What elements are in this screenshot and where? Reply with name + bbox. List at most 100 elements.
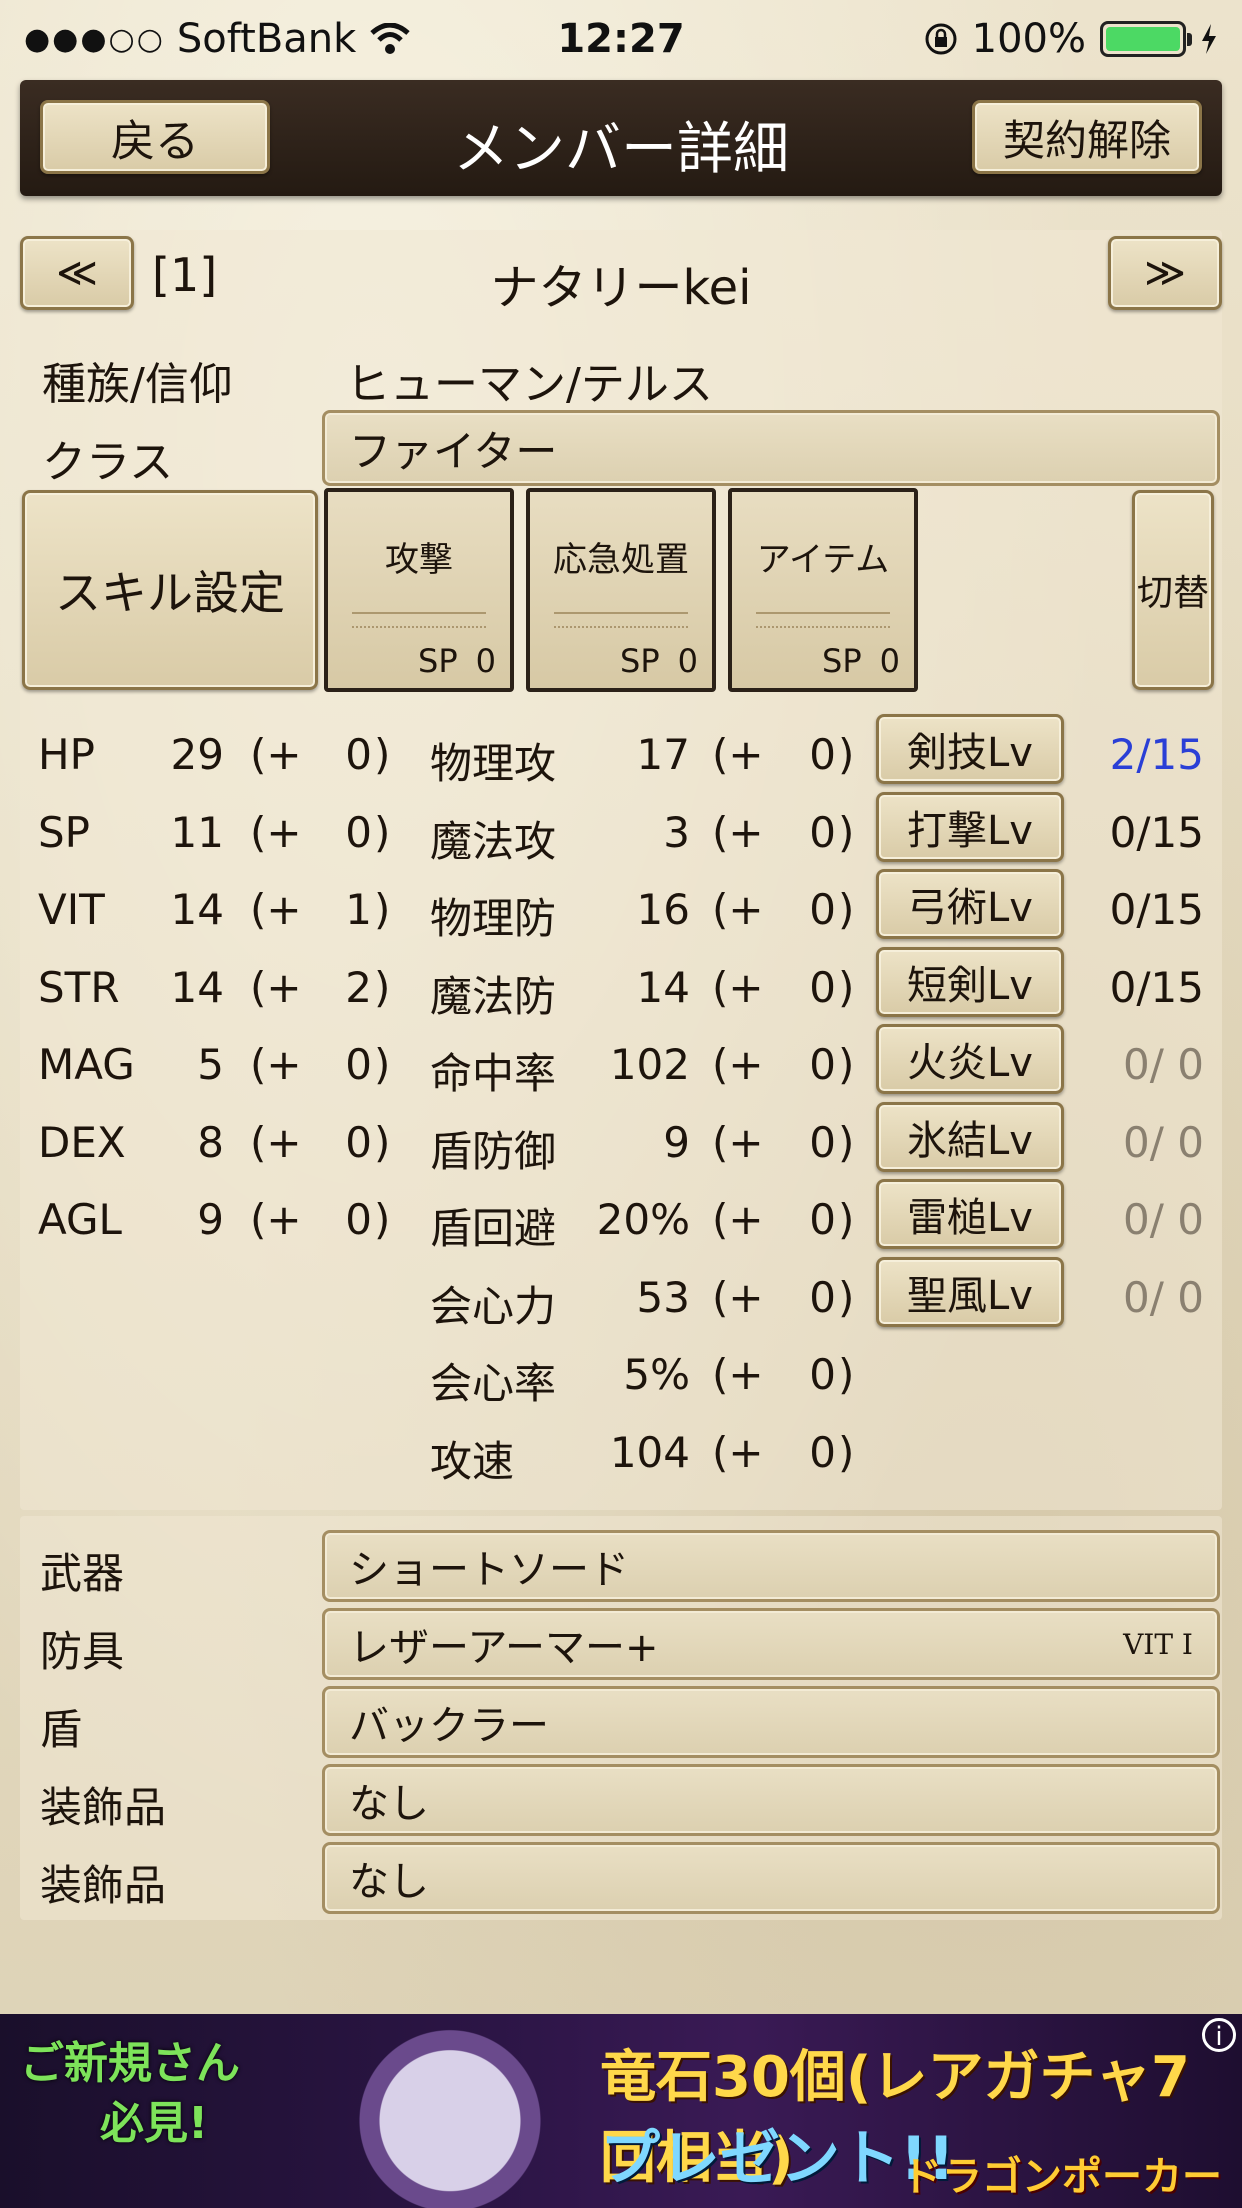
stat-value: 5% — [623, 1350, 690, 1399]
skill-level-value: 0/15 — [1109, 962, 1204, 1012]
stat-bonus-close: ) — [838, 1427, 855, 1477]
skill-level-value: 0/ 0 — [1123, 1040, 1204, 1089]
stat-bonus-open: (+ — [712, 1272, 764, 1322]
stat-bonus-close: ) — [838, 1272, 855, 1322]
dismiss-contract-button[interactable]: 契約解除 — [972, 100, 1202, 174]
stat-bonus-close: ) — [838, 1350, 855, 1399]
equipment-field[interactable]: なし — [322, 1764, 1220, 1836]
stat-bonus: 0 — [809, 807, 836, 857]
switch-button[interactable]: 切替 — [1132, 490, 1214, 690]
stat-bonus-open: (+ — [712, 730, 764, 779]
stat-name: AGL — [38, 1195, 122, 1244]
charging-icon — [1202, 24, 1216, 54]
stat-bonus-close: ) — [838, 1040, 855, 1089]
ornament-divider — [756, 612, 890, 628]
stat-bonus-close: ) — [374, 962, 391, 1012]
stat-bonus: 0 — [809, 730, 836, 779]
skill-level-button[interactable]: 短剣Lv — [876, 946, 1064, 1017]
stat-bonus-close: ) — [374, 1040, 391, 1089]
stat-name: 物理攻 — [430, 739, 557, 788]
class-field[interactable]: ファイター — [322, 410, 1220, 486]
equipment-field[interactable]: ショートソード — [322, 1530, 1220, 1602]
stat-value: 53 — [636, 1272, 690, 1322]
skill-slot-2[interactable]: 応急処置 SP 0 — [526, 488, 716, 692]
skill-slot-3[interactable]: アイテム SP 0 — [728, 488, 918, 692]
skill-level-button[interactable]: 雷槌Lv — [876, 1179, 1064, 1249]
stat-bonus-open: (+ — [712, 807, 764, 857]
stat-bonus-close: ) — [838, 730, 855, 779]
stat-bonus: 0 — [809, 1427, 836, 1477]
stat-value: 9 — [197, 1195, 224, 1244]
stat-name: MAG — [38, 1040, 135, 1089]
skill-level-button[interactable]: 聖風Lv — [876, 1256, 1064, 1327]
ad-left-line1: ご新規さん — [20, 2038, 240, 2089]
stat-bonus-open: (+ — [712, 1117, 764, 1167]
stat-bonus: 0 — [809, 1272, 836, 1322]
stat-bonus: 0 — [345, 1117, 372, 1167]
member-name: ナタリーkei — [490, 260, 752, 316]
equipment-note: VIT I — [1123, 1627, 1193, 1661]
skill-level-value: 2/15 — [1109, 730, 1204, 779]
skill-level-value: 0/15 — [1109, 807, 1204, 857]
race-label: 種族/信仰 — [42, 359, 233, 410]
stat-bonus-open: (+ — [250, 807, 302, 857]
stat-value: 8 — [197, 1117, 224, 1167]
stat-bonus: 0 — [345, 730, 372, 779]
stat-bonus: 0 — [809, 1195, 836, 1244]
stat-bonus-open: (+ — [712, 885, 764, 934]
skill-level-button[interactable]: 火炎Lv — [876, 1024, 1064, 1094]
stat-bonus-close: ) — [374, 807, 391, 857]
stat-value: 5 — [197, 1040, 224, 1089]
stat-name: 会心力 — [430, 1281, 557, 1331]
status-right: 100% — [924, 16, 1218, 62]
stat-name: 物理防 — [430, 894, 557, 943]
sp-label: SP — [418, 642, 458, 680]
stat-bonus-open: (+ — [712, 1040, 764, 1089]
sp-value: 0 — [677, 642, 698, 680]
skill-level-button[interactable]: 打撃Lv — [876, 791, 1064, 862]
stat-value: 29 — [170, 730, 224, 779]
stat-bonus: 0 — [809, 1350, 836, 1399]
skill-level-button[interactable]: 剣技Lv — [876, 714, 1064, 784]
stat-name: 会心率 — [430, 1359, 557, 1408]
battery-percent: 100% — [971, 16, 1086, 62]
stat-bonus: 0 — [345, 1040, 372, 1089]
skill-level-value: 0/15 — [1109, 885, 1204, 934]
ad-info-icon[interactable]: i — [1202, 2018, 1236, 2052]
stat-bonus-open: (+ — [250, 1195, 302, 1244]
stat-bonus: 0 — [809, 962, 836, 1012]
skill-level-value: 0/ 0 — [1123, 1195, 1204, 1244]
stat-bonus-close: ) — [838, 807, 855, 857]
rotation-lock-icon — [925, 23, 957, 55]
equipment-item-name: レザーアーマー+ — [349, 1625, 659, 1671]
ad-left-text: ご新規さん 必見! — [20, 2034, 320, 2154]
stat-bonus: 1 — [345, 885, 372, 934]
skill-settings-button[interactable]: スキル設定 — [22, 490, 318, 690]
ad-banner[interactable]: ご新規さん 必見! 竜石30個(レアガチャ7回相当) プレゼント!! ドラゴンポ… — [0, 2014, 1242, 2208]
stat-name: 魔法攻 — [430, 816, 557, 866]
stat-bonus: 0 — [345, 807, 372, 857]
race-value: ヒューマン/テルス — [346, 359, 713, 410]
stat-bonus: 0 — [809, 1040, 836, 1089]
equipment-field[interactable]: なし — [322, 1842, 1220, 1914]
skill-level-value: 0/ 0 — [1123, 1117, 1204, 1167]
equipment-slot-label: 武器 — [40, 1549, 125, 1598]
stat-name: 魔法防 — [430, 971, 557, 1021]
battery-icon — [1100, 21, 1192, 57]
equipment-item-name: なし — [349, 1859, 429, 1905]
stat-bonus-open: (+ — [250, 1040, 302, 1089]
stat-name: 盾回避 — [430, 1204, 557, 1253]
skill-slot-1[interactable]: 攻撃 SP 0 — [324, 488, 514, 692]
equipment-field[interactable]: レザーアーマー+ VIT I — [322, 1608, 1220, 1680]
equipment-field[interactable]: バックラー — [322, 1686, 1220, 1758]
stat-bonus-open: (+ — [712, 1427, 764, 1477]
next-member-button[interactable]: ≫ — [1108, 236, 1222, 310]
sp-value: 0 — [879, 642, 900, 680]
stat-name: DEX — [38, 1117, 126, 1167]
stat-name: HP — [38, 730, 95, 779]
skill-level-button[interactable]: 弓術Lv — [876, 869, 1064, 939]
stat-bonus-close: ) — [374, 885, 391, 934]
skill-name: 攻撃 — [385, 540, 453, 580]
skill-level-button[interactable]: 氷結Lv — [876, 1101, 1064, 1172]
skill-name: 応急処置 — [553, 540, 689, 580]
